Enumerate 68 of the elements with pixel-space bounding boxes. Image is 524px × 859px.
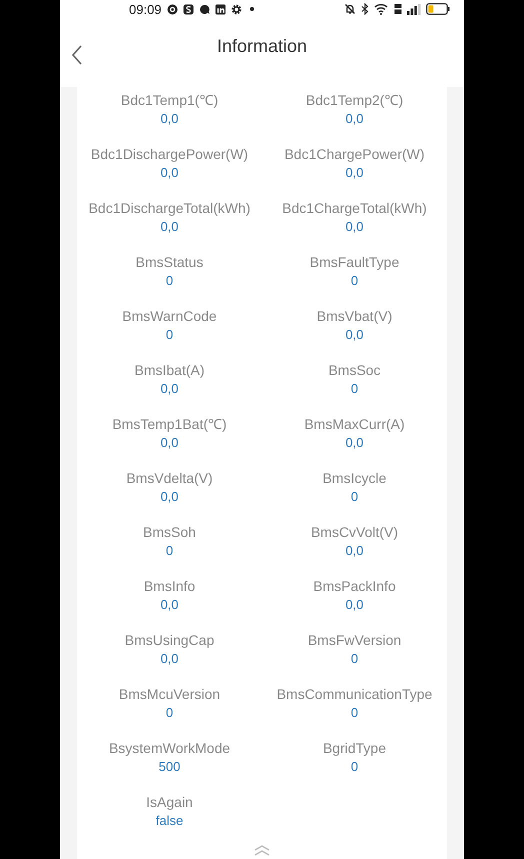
field-value: 0 — [350, 650, 358, 668]
field-value: 0 — [166, 272, 174, 290]
status-time: 09:09 — [129, 2, 162, 16]
field-label: BmsIbat(A) — [134, 361, 204, 380]
field-value: 0,0 — [160, 596, 179, 614]
field-label: BmsWarnCode — [122, 307, 217, 326]
field-value: 0,0 — [345, 326, 364, 344]
field-label: Bdc1DischargeTotal(kWh) — [88, 199, 250, 218]
field-value: 0,0 — [345, 110, 364, 128]
field-label: BmsSoc — [328, 361, 381, 380]
battery-icon — [426, 3, 450, 15]
field-label: Bdc1Temp1(℃) — [120, 91, 218, 110]
field-value: 0,0 — [160, 380, 179, 398]
field-value: 500 — [158, 758, 180, 776]
field-value: 0,0 — [160, 488, 179, 506]
muted-bell-icon — [344, 3, 356, 15]
field-value: 0,0 — [345, 434, 364, 452]
app-icon — [214, 4, 226, 14]
field-label: BmsPackInfo — [313, 577, 396, 596]
field-label: BmsMcuVersion — [118, 685, 220, 704]
app-icon — [166, 4, 178, 14]
dot-icon — [250, 7, 254, 11]
page-title: Information — [216, 35, 308, 58]
signal-icon — [407, 4, 421, 14]
field-label: BmsUsingCap — [124, 631, 214, 650]
field-label: BmsIcycle — [322, 469, 386, 488]
field-label: BgridType — [322, 739, 386, 758]
settings-icon — [230, 4, 242, 14]
field-value: 0 — [166, 326, 174, 344]
field-value: 0 — [350, 488, 358, 506]
field-value: 0 — [166, 542, 174, 560]
field-value: 0,0 — [160, 110, 179, 128]
field-label: BmsSoh — [143, 523, 196, 542]
field-label: BmsVbat(V) — [316, 307, 392, 326]
app-icon — [182, 4, 194, 14]
field-value: 0,0 — [345, 542, 364, 560]
field-label: BmsMaxCurr(A) — [304, 415, 405, 434]
field-label: BmsInfo — [144, 577, 196, 596]
field-label: BmsTemp1Bat(℃) — [112, 415, 227, 434]
wifi-icon — [374, 3, 389, 15]
field-value: 0,0 — [345, 164, 364, 182]
field-value: 0 — [350, 380, 358, 398]
field-label: BsystemWorkMode — [108, 739, 230, 758]
bluetooth-icon — [361, 3, 369, 15]
field-value: 0,0 — [345, 218, 364, 236]
field-label: BmsCvVolt(V) — [310, 523, 398, 542]
field-label: BmsCommunicationType — [276, 685, 432, 704]
field-value: 0,0 — [345, 596, 364, 614]
field-label: Bdc1ChargePower(W) — [284, 145, 425, 164]
back-chevron-icon — [72, 45, 82, 65]
field-value: 0 — [350, 758, 358, 776]
field-value: 0 — [166, 704, 174, 722]
field-label: IsAgain — [146, 793, 193, 812]
field-value: 0 — [350, 272, 358, 290]
field-value: 0,0 — [160, 218, 179, 236]
field-label: Bdc1Temp2(℃) — [306, 91, 404, 110]
field-label: BmsFaultType — [310, 253, 400, 272]
field-label: Bdc1ChargeTotal(kWh) — [282, 199, 427, 218]
field-label: BmsStatus — [136, 253, 204, 272]
field-value: 0,0 — [160, 650, 179, 668]
field-value: 0,0 — [160, 434, 179, 452]
field-value: false — [156, 812, 184, 830]
field-value: 0,0 — [160, 164, 179, 182]
field-value: 0 — [350, 704, 358, 722]
field-label: BmsFwVersion — [308, 631, 402, 650]
field-label: BmsVdelta(V) — [126, 469, 213, 488]
chat-icon — [198, 4, 210, 14]
field-label: Bdc1DischargePower(W) — [90, 145, 248, 164]
